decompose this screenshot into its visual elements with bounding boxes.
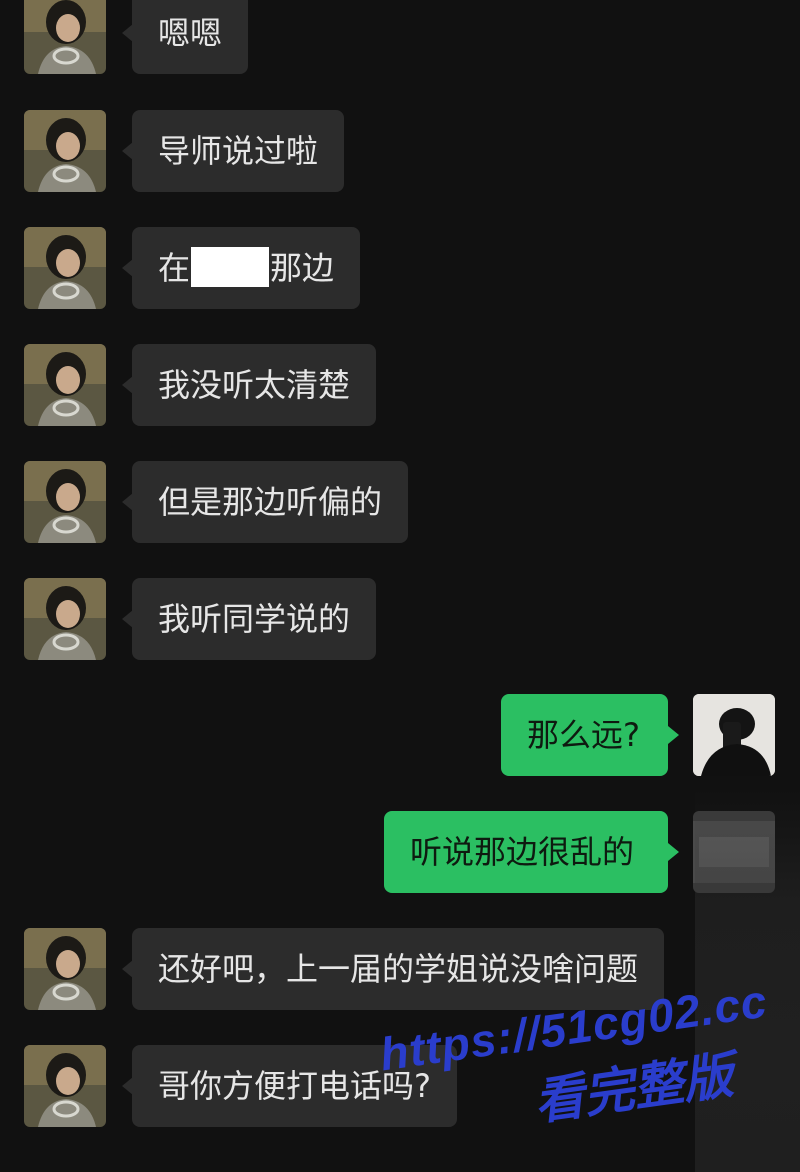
- message-text: 我听同学说的: [158, 600, 351, 638]
- contact-avatar[interactable]: [24, 578, 106, 660]
- message-row: 嗯嗯: [0, 0, 800, 76]
- message-bubble[interactable]: 我听同学说的: [132, 578, 377, 660]
- contact-avatar[interactable]: [24, 344, 106, 426]
- message-row: 那么远?: [0, 694, 800, 778]
- message-text: 我没听太清楚: [158, 366, 351, 404]
- message-row: 在 那边: [0, 227, 800, 311]
- message-text: 听说那边很乱的: [410, 833, 635, 871]
- message-text: 那么远?: [527, 716, 640, 754]
- message-text: 嗯嗯: [158, 14, 223, 52]
- contact-avatar[interactable]: [24, 110, 106, 192]
- redaction-box: [191, 247, 270, 287]
- message-bubble-outgoing[interactable]: 听说那边很乱的: [384, 811, 668, 893]
- message-row: 我听同学说的: [0, 578, 800, 662]
- message-row: 导师说过啦: [0, 110, 800, 194]
- message-bubble-outgoing[interactable]: 那么远?: [501, 694, 668, 776]
- message-bubble[interactable]: 嗯嗯: [132, 0, 249, 74]
- message-text-after: 那边: [270, 249, 335, 287]
- my-avatar[interactable]: [693, 694, 775, 776]
- contact-avatar[interactable]: [24, 0, 106, 74]
- contact-avatar[interactable]: [24, 227, 106, 309]
- bubble-tail: [668, 843, 679, 861]
- message-bubble[interactable]: 我没听太清楚: [132, 344, 377, 426]
- message-row: 我没听太清楚: [0, 344, 800, 428]
- message-text: 但是那边听偏的: [158, 483, 383, 521]
- message-row: 但是那边听偏的: [0, 461, 800, 545]
- contact-avatar[interactable]: [24, 461, 106, 543]
- message-text: 导师说过啦: [158, 132, 319, 170]
- message-row: 听说那边很乱的: [0, 811, 800, 895]
- message-bubble[interactable]: 导师说过啦: [132, 110, 345, 192]
- message-bubble[interactable]: 但是那边听偏的: [132, 461, 409, 543]
- contact-avatar[interactable]: [24, 1045, 106, 1127]
- contact-avatar[interactable]: [24, 928, 106, 1010]
- message-text-before: 在: [158, 249, 191, 287]
- bubble-tail: [668, 726, 679, 744]
- message-bubble[interactable]: 在 那边: [132, 227, 361, 309]
